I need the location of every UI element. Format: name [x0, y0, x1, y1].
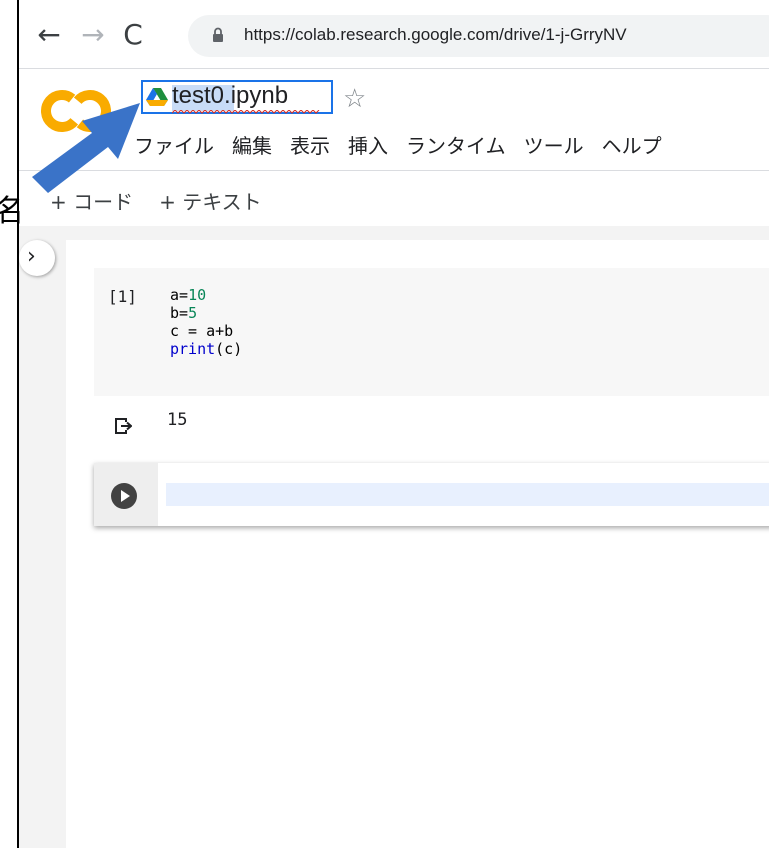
add-text-button[interactable]: + テキスト — [159, 186, 262, 215]
chevron-right-icon[interactable]: › — [19, 240, 55, 276]
spellcheck-underline — [172, 110, 320, 114]
url-text: https://colab.research.google.com/drive/… — [244, 25, 627, 44]
address-bar[interactable]: https://colab.research.google.com/drive/… — [188, 15, 769, 57]
lock-icon — [213, 27, 223, 42]
code-line: print(c) — [170, 340, 243, 358]
cell-input[interactable] — [166, 483, 769, 506]
execution-count: [1] — [108, 287, 137, 306]
menu-runtime[interactable]: ランタイム — [406, 130, 506, 160]
notebook-filename[interactable]: test0.ipynb — [172, 82, 288, 110]
menu-edit[interactable]: 編集 — [232, 130, 272, 160]
code-line: a=10 — [170, 286, 207, 304]
menu-file[interactable]: ファイル — [134, 130, 214, 160]
star-icon[interactable]: ☆ — [343, 84, 366, 114]
menu-bar: ファイル 編集 表示 挿入 ランタイム ツール ヘルプ — [134, 130, 662, 160]
reload-icon[interactable]: C — [118, 20, 148, 50]
cell-output: 15 — [167, 410, 188, 430]
empty-code-cell[interactable] — [94, 463, 769, 526]
back-icon[interactable]: ← — [34, 20, 64, 50]
google-drive-icon — [146, 88, 168, 106]
forward-icon[interactable]: → — [78, 20, 108, 50]
menu-tools[interactable]: ツール — [524, 130, 584, 160]
code-editor[interactable]: a=10 b=5 c = a+b print(c) — [170, 286, 242, 358]
run-cell-button[interactable] — [111, 483, 137, 509]
code-line: b=5 — [170, 304, 198, 322]
menu-insert[interactable]: 挿入 — [348, 130, 388, 160]
code-line: c = a+b — [170, 322, 234, 340]
annotation-label: 名 — [0, 194, 24, 229]
menu-view[interactable]: 表示 — [290, 130, 330, 160]
output-icon — [115, 418, 132, 434]
divider — [19, 68, 769, 69]
menu-help[interactable]: ヘルプ — [602, 130, 662, 160]
annotation-arrow — [32, 103, 140, 193]
